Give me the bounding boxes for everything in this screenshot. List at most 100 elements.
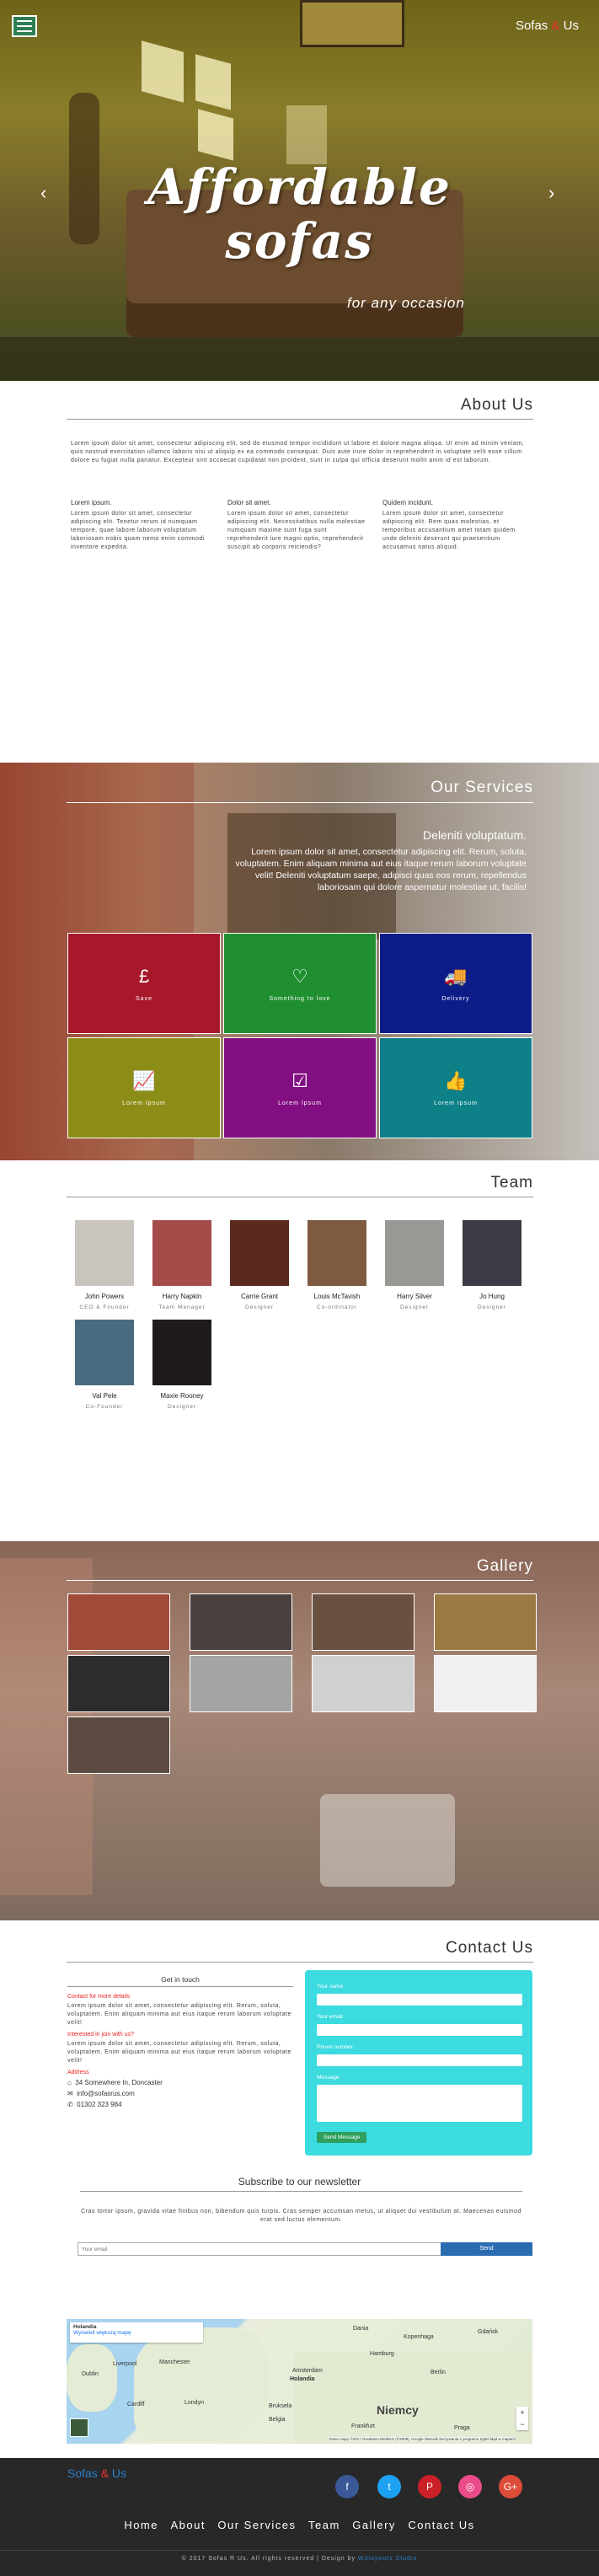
gallery-image[interactable] <box>67 1593 170 1651</box>
zoom-in-button[interactable]: + <box>516 2407 528 2418</box>
team-member: Maxie Rooney Designer <box>148 1320 216 1410</box>
avatar <box>75 1320 134 1385</box>
pound-icon: £ <box>138 966 150 987</box>
interested-text: Lorem ipsum dolor sit amet, consectetur … <box>67 2041 291 2064</box>
zoom-out-button[interactable]: − <box>516 2418 528 2430</box>
brand-logo[interactable]: Sofas & Us <box>516 19 579 33</box>
map-label: Bruksela <box>269 2403 292 2409</box>
menu-toggle-button[interactable] <box>12 15 37 37</box>
email-link[interactable]: info@sofasrus.com <box>77 2090 135 2097</box>
footer-nav: Home About Our Services Team Gallery Con… <box>0 2518 599 2533</box>
chart-icon: 📈 <box>132 1070 156 1091</box>
gallery-divider <box>67 1580 533 1581</box>
facebook-icon[interactable]: f <box>335 2475 359 2498</box>
send-message-button[interactable]: Send Message <box>317 2132 367 2143</box>
footer-nav-team[interactable]: Team <box>308 2519 340 2531</box>
dribbble-icon[interactable]: ◎ <box>458 2475 482 2498</box>
map-label: Dania <box>353 2326 369 2332</box>
member-name: Harry Silver <box>397 1293 432 1300</box>
envelope-icon: ✉ <box>67 2090 73 2097</box>
about-column-title: Quidem incidunt. <box>382 499 434 506</box>
map-popup-title: Holandia <box>73 2324 97 2330</box>
footer-brand-amp: & <box>100 2466 110 2480</box>
map-label: Amsterdam <box>292 2368 323 2374</box>
name-input[interactable] <box>317 1994 522 2006</box>
gallery-grid <box>67 1593 537 1779</box>
gallery-image[interactable] <box>312 1593 414 1651</box>
footer-brand-text-end: Us <box>109 2466 127 2480</box>
truck-icon: 🚚 <box>444 966 468 987</box>
contact-info: Get in touch Contact for more details Lo… <box>67 1975 293 2108</box>
footer-nav-home[interactable]: Home <box>124 2519 158 2531</box>
footer-brand[interactable]: Sofas & Us <box>67 2466 126 2480</box>
google-plus-icon[interactable]: G+ <box>499 2475 522 2498</box>
about-column: Quidem incidunt. Lorem ipsum dolor sit a… <box>382 499 526 552</box>
avatar <box>385 1220 444 1286</box>
avatar <box>230 1220 289 1286</box>
map-label: Cardiff <box>127 2402 145 2407</box>
map-label: Dublin <box>82 2371 99 2377</box>
team-member: Jo Hung Designer <box>458 1220 526 1310</box>
member-role: Designer <box>477 1304 506 1310</box>
member-role: Designer <box>399 1304 429 1310</box>
name-label: Your name: <box>317 1984 345 1990</box>
gallery-image[interactable] <box>190 1593 292 1651</box>
about-column-text: Lorem ipsum dolor sit amet, consectetur … <box>382 511 516 550</box>
avatar <box>152 1320 211 1385</box>
map-label: Niemcy <box>377 2403 419 2417</box>
twitter-icon[interactable]: t <box>377 2475 401 2498</box>
member-role: Co-Founder <box>85 1404 124 1410</box>
member-name: Jo Hung <box>479 1293 505 1300</box>
phone-icon: ✆ <box>67 2101 73 2108</box>
gallery-image[interactable] <box>67 1716 170 1774</box>
message-textarea[interactable] <box>317 2085 522 2122</box>
gallery-image[interactable] <box>67 1655 170 1712</box>
newsletter-send-button[interactable]: Send <box>441 2242 532 2256</box>
pinterest-icon[interactable]: P <box>418 2475 441 2498</box>
service-tile-check[interactable]: ☑ Lorem Ipsum <box>223 1037 377 1138</box>
footer-nav-gallery[interactable]: Gallery <box>352 2519 396 2531</box>
service-tile-save[interactable]: £ Save <box>67 933 221 1034</box>
brand-text: Sofas <box>515 19 552 33</box>
map-label: Gdańsk <box>478 2329 499 2335</box>
service-tile-love[interactable]: ♡ Something to love <box>223 933 377 1034</box>
service-tile-thumbs[interactable]: 👍 Lorem Ipsum <box>379 1037 532 1138</box>
map-label: Kopenhaga <box>404 2334 434 2340</box>
gallery-image[interactable] <box>312 1655 414 1712</box>
hero-subtitle: for any occasion <box>347 295 465 311</box>
footer-nav-services[interactable]: Our Services <box>217 2519 296 2531</box>
service-tile-delivery[interactable]: 🚚 Delivery <box>379 933 532 1034</box>
email-label: Your email: <box>317 2014 345 2020</box>
footer-nav-contact[interactable]: Contact Us <box>408 2519 474 2531</box>
about-column-text: Lorem ipsum dolor sit amet, consectetur … <box>71 511 205 550</box>
phone-input[interactable] <box>317 2054 522 2066</box>
about-intro: Lorem ipsum dolor sit amet, consectetur … <box>71 441 525 463</box>
designer-link[interactable]: W3layouts Studio <box>358 2556 417 2562</box>
team-member: Harry Silver Designer <box>381 1220 448 1310</box>
gallery-image[interactable] <box>190 1655 292 1712</box>
member-name: John Powers <box>84 1293 125 1300</box>
gallery-image[interactable] <box>434 1593 537 1651</box>
heart-icon: ♡ <box>291 966 308 987</box>
service-tile-chart[interactable]: 📈 Lorem Ipsum <box>67 1037 221 1138</box>
checkbox-icon: ☑ <box>291 1070 308 1091</box>
about-column: Dolor sit amet. Lorem ipsum dolor sit am… <box>227 499 366 552</box>
services-grid: £ Save ♡ Something to love 🚚 Delivery 📈 Lore… <box>67 933 532 1141</box>
address-label: Address <box>67 2070 89 2075</box>
map-label: Praga <box>454 2425 470 2431</box>
newsletter-email-input[interactable] <box>78 2242 447 2256</box>
map-label: Belgia <box>269 2417 286 2423</box>
gallery-image[interactable] <box>434 1655 537 1712</box>
copyright-text: © 2017 Sofas R Us. All rights reserved |… <box>181 2556 358 2562</box>
map-label: Holandia <box>290 2376 315 2382</box>
thumbs-up-icon: 👍 <box>444 1070 468 1091</box>
services-divider <box>67 802 533 803</box>
email-input[interactable] <box>317 2024 522 2036</box>
map-larger-link[interactable]: Wyświetl większą mapę <box>73 2330 200 2336</box>
services-heading: Our Services <box>431 779 533 796</box>
footer-nav-about[interactable]: About <box>170 2519 205 2531</box>
map-satellite-toggle[interactable] <box>70 2418 88 2437</box>
map-label: Frankfurt <box>351 2423 376 2429</box>
newsletter-text: Cras tortor ipsum, gravida vitae finibus… <box>81 2209 521 2223</box>
map-embed[interactable]: Holandia Wyświetl większą mapę Liverpool… <box>67 2319 532 2444</box>
